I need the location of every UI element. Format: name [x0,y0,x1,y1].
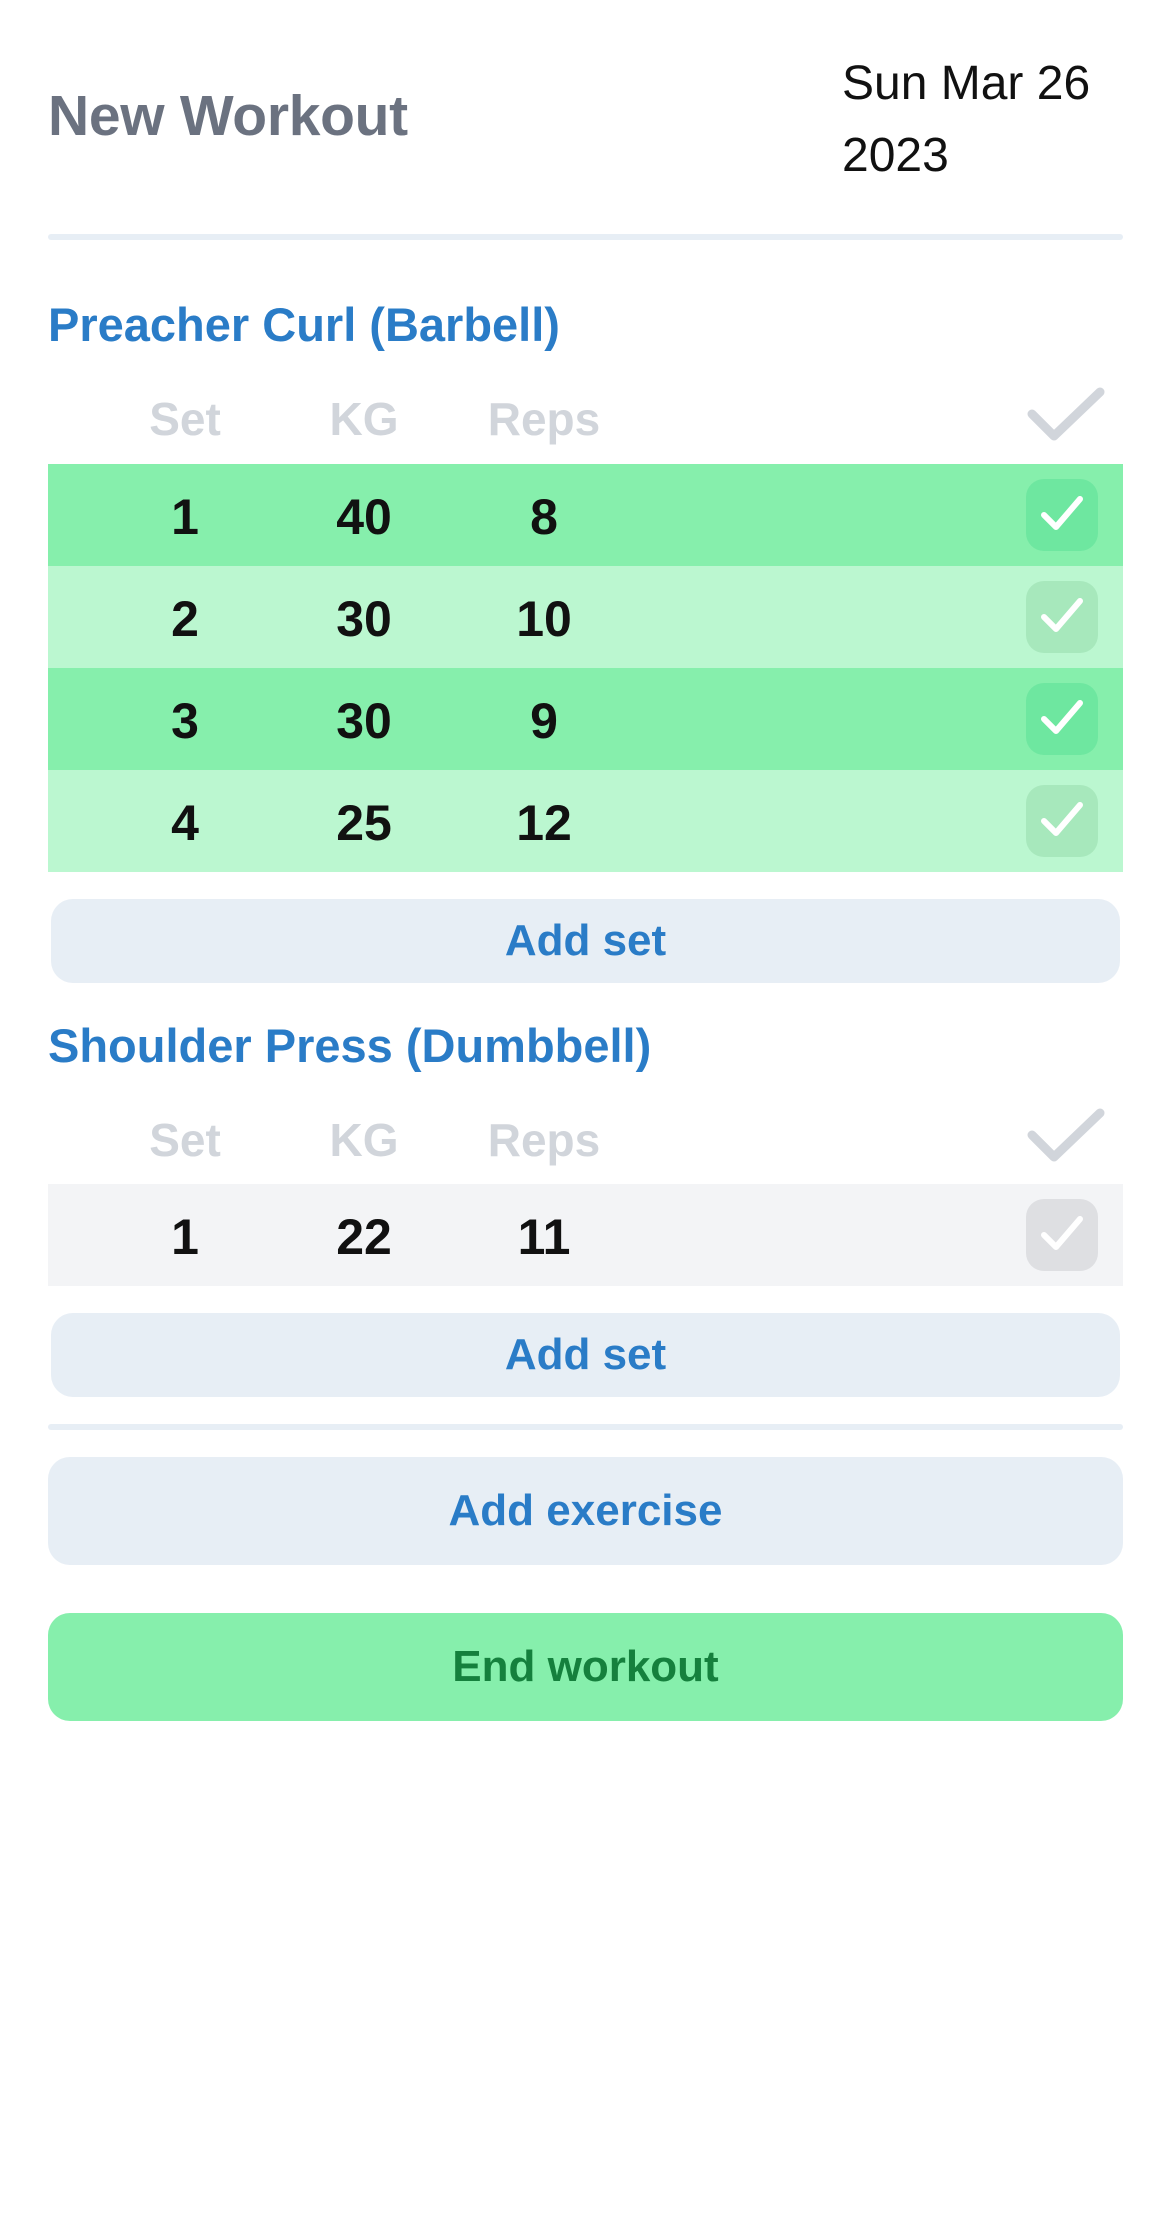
column-header-kg: KG [329,1114,399,1166]
set-table-header: Set KG Reps [48,380,1123,460]
set-reps[interactable]: 9 [464,692,624,750]
set-table-header: Set KG Reps [48,1101,1123,1181]
workout-date-line1: Sun Mar 26 [842,57,1091,110]
page-title: New Workout [48,84,408,148]
set-weight[interactable]: 30 [284,692,444,750]
set-row: 1 22 11 [48,1184,1123,1286]
set-complete-checkbox[interactable] [1026,479,1098,551]
set-number[interactable]: 1 [105,1208,265,1266]
workout-date: Sun Mar 26 2023 [842,48,1142,192]
add-set-button[interactable]: Add set [51,1313,1120,1397]
exercises-divider [48,1424,1123,1430]
column-header-reps: Reps [487,1114,601,1166]
set-weight[interactable]: 40 [284,488,444,546]
workout-date-line2: 2023 [842,129,949,182]
add-exercise-button[interactable]: Add exercise [48,1457,1123,1565]
set-row: 2 30 10 [48,566,1123,668]
checkbox-checkmark-icon [1041,496,1083,530]
set-number[interactable]: 4 [105,794,265,852]
exercise-title-shoulder-press[interactable]: Shoulder Press (Dumbbell) [48,1018,651,1073]
set-reps[interactable]: 10 [464,590,624,648]
set-number[interactable]: 3 [105,692,265,750]
workout-header: New Workout Sun Mar 26 2023 [48,40,1123,230]
checkmark-icon [1027,1108,1105,1162]
set-reps[interactable]: 11 [464,1208,624,1266]
checkbox-checkmark-icon [1041,1216,1083,1250]
column-header-kg: KG [329,393,399,445]
set-reps[interactable]: 8 [464,488,624,546]
set-row: 3 30 9 [48,668,1123,770]
add-set-button[interactable]: Add set [51,899,1120,983]
checkbox-checkmark-icon [1041,802,1083,836]
set-number[interactable]: 2 [105,590,265,648]
column-header-set: Set [149,393,221,445]
column-header-reps: Reps [487,393,601,445]
exercise-title-preacher-curl[interactable]: Preacher Curl (Barbell) [48,297,560,352]
set-weight[interactable]: 22 [284,1208,444,1266]
set-row: 1 40 8 [48,464,1123,566]
checkbox-checkmark-icon [1041,598,1083,632]
column-header-set: Set [149,1114,221,1166]
set-number[interactable]: 1 [105,488,265,546]
header-divider [48,234,1123,240]
set-complete-checkbox[interactable] [1026,683,1098,755]
set-complete-checkbox[interactable] [1026,1199,1098,1271]
end-workout-button[interactable]: End workout [48,1613,1123,1721]
set-reps[interactable]: 12 [464,794,624,852]
checkmark-icon [1027,387,1105,441]
set-complete-checkbox[interactable] [1026,785,1098,857]
set-row: 4 25 12 [48,770,1123,872]
checkbox-checkmark-icon [1041,700,1083,734]
set-weight[interactable]: 30 [284,590,444,648]
set-complete-checkbox[interactable] [1026,581,1098,653]
set-weight[interactable]: 25 [284,794,444,852]
